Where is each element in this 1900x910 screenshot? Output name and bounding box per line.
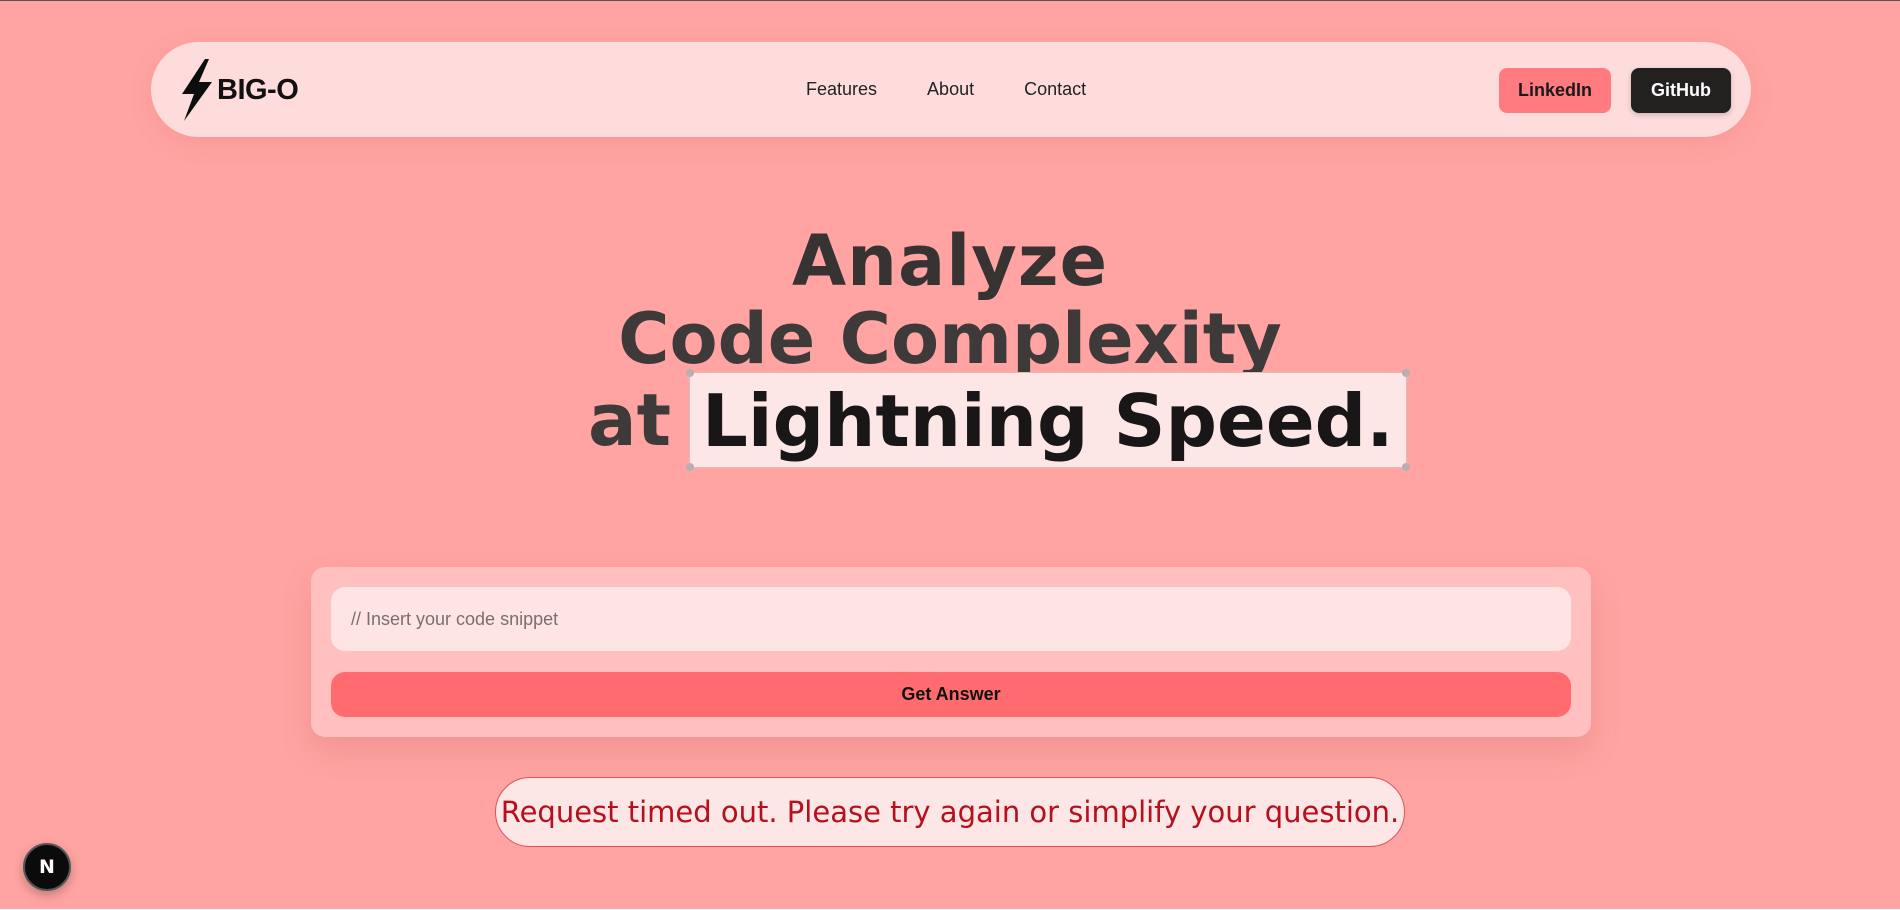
hero-prefix: at <box>588 378 672 462</box>
hero-line-code-complexity: Code Complexity <box>618 298 1282 380</box>
nav-link-contact[interactable]: Contact <box>1024 79 1086 100</box>
logo[interactable]: BIG-O <box>179 58 299 122</box>
github-button[interactable]: GitHub <box>1631 68 1731 113</box>
get-answer-button[interactable]: Get Answer <box>331 672 1571 717</box>
logo-text: BIG-O <box>217 73 299 106</box>
hero-line-lightning: at Lightning Speed. <box>588 369 1410 471</box>
code-snippet-input[interactable] <box>331 587 1571 651</box>
hero-highlight-text: Lightning Speed. <box>702 379 1394 463</box>
nextjs-icon[interactable]: N <box>23 843 71 891</box>
error-message: Request timed out. Please try again or s… <box>495 777 1405 847</box>
resize-handle <box>1401 463 1410 471</box>
nav-link-about[interactable]: About <box>927 79 974 100</box>
nav-links: Features About Contact <box>806 42 1086 137</box>
linkedin-button[interactable]: LinkedIn <box>1499 68 1611 113</box>
nav-link-features[interactable]: Features <box>806 79 877 100</box>
resize-handle <box>1401 369 1410 377</box>
top-navbar: BIG-O Features About Contact LinkedIn Gi… <box>151 42 1751 137</box>
hero-line-analyze: Analyze <box>791 220 1109 302</box>
resize-handle <box>686 369 695 377</box>
badge-letter: N <box>39 856 55 878</box>
lightning-bolt-icon <box>182 59 212 121</box>
resize-handle <box>686 463 695 471</box>
highlight-box: Lightning Speed. <box>686 369 1410 471</box>
code-input-card: Get Answer <box>311 567 1591 737</box>
